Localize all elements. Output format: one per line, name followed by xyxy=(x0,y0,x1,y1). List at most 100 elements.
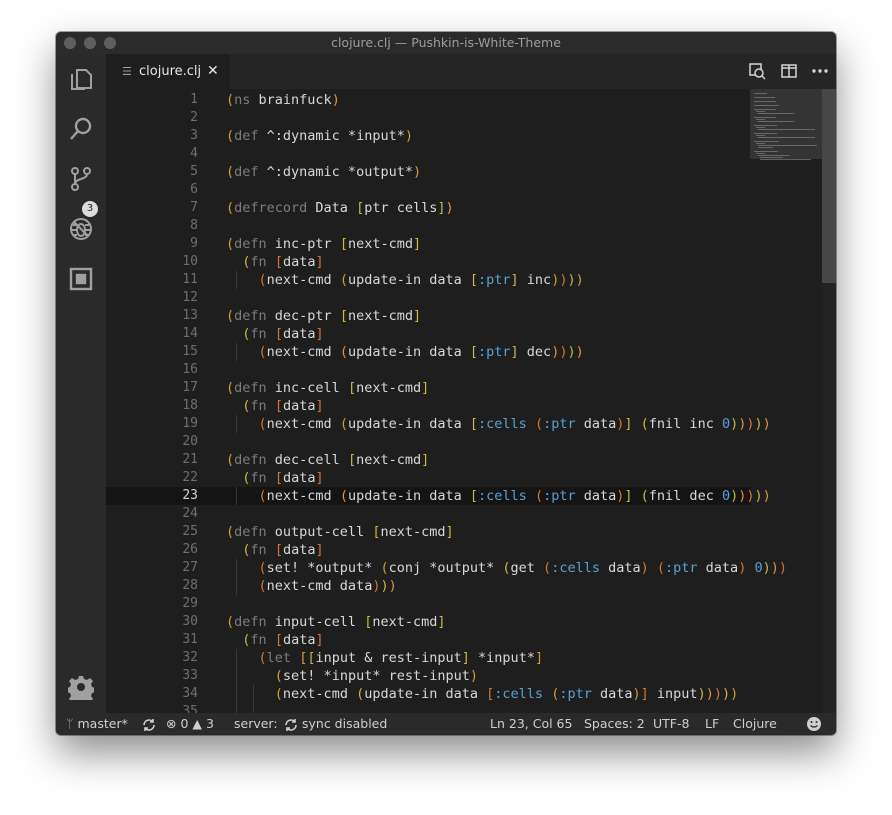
code-line[interactable]: 35 xyxy=(106,703,750,713)
line-code: (set! *output* (conj *output* (get (:cel… xyxy=(258,560,788,576)
minimap-line xyxy=(758,145,817,146)
scrollbar-thumb[interactable] xyxy=(822,89,836,283)
indentation[interactable]: Spaces: 2 xyxy=(584,713,645,735)
code-line[interactable]: 19 (next-cmd (update-in data [:cells (:p… xyxy=(106,415,770,433)
gear-icon[interactable] xyxy=(67,674,95,704)
close-window-button[interactable] xyxy=(64,37,76,49)
code-line[interactable]: 18 (fn [data] xyxy=(106,397,750,415)
indent-guide xyxy=(236,415,238,433)
code-line[interactable]: 24 xyxy=(106,505,750,523)
code-line[interactable]: 17 (defn inc-cell [next-cmd] xyxy=(106,379,750,397)
code-line[interactable]: 21 (defn dec-cell [next-cmd] xyxy=(106,451,750,469)
line-number: 17 xyxy=(182,380,198,395)
line-number: 12 xyxy=(182,290,198,305)
code-line[interactable]: 29 xyxy=(106,595,750,613)
code-line[interactable]: 25 (defn output-cell [next-cmd] xyxy=(106,523,750,541)
line-code: (next-cmd (update-in data [:cells (:ptr … xyxy=(258,416,771,432)
code-line[interactable]: 2 xyxy=(106,109,750,127)
line-number: 29 xyxy=(182,596,198,611)
code-line[interactable]: 4 xyxy=(106,145,750,163)
smiley-icon[interactable] xyxy=(806,716,822,732)
tab-label: clojure.clj xyxy=(139,64,202,79)
minimap-line xyxy=(756,119,765,120)
code-line[interactable]: 31 (fn [data] xyxy=(106,631,750,649)
line-number: 26 xyxy=(182,542,198,557)
code-line[interactable]: 30 (defn input-cell [next-cmd] xyxy=(106,613,750,631)
line-number: 28 xyxy=(182,578,198,593)
sync-status[interactable]: sync disabled xyxy=(302,713,387,735)
vertical-scrollbar[interactable] xyxy=(822,89,836,713)
indent-guide xyxy=(236,649,238,713)
code-line[interactable]: 14 (fn [data] xyxy=(106,325,750,343)
search-icon[interactable] xyxy=(68,116,94,142)
problems-indicator[interactable]: ⊗ 0 ▲ 3 xyxy=(166,713,214,735)
code-line[interactable]: 32 (let [[input & rest-input] *input*] xyxy=(106,649,750,667)
language-mode[interactable]: Clojure xyxy=(733,713,777,735)
open-changes-icon[interactable] xyxy=(748,62,766,80)
code-line[interactable]: 6 xyxy=(106,181,750,199)
code-line[interactable]: 20 xyxy=(106,433,750,451)
line-number: 6 xyxy=(190,182,198,197)
cursor-position[interactable]: Ln 23, Col 65 xyxy=(490,713,572,735)
tab-clojure-clj[interactable]: ☰ clojure.clj ✕ xyxy=(106,54,230,89)
code-line[interactable]: 1 (ns brainfuck) xyxy=(106,91,750,109)
line-ending[interactable]: LF xyxy=(705,713,719,735)
code-line[interactable]: 23 (next-cmd (update-in data [:cells (:p… xyxy=(106,487,771,505)
close-icon[interactable]: ✕ xyxy=(207,54,219,89)
extensions-icon[interactable] xyxy=(68,266,94,292)
code-line[interactable]: 33 (set! *input* rest-input) xyxy=(106,667,750,685)
encoding[interactable]: UTF-8 xyxy=(653,713,689,735)
line-number: 7 xyxy=(190,200,198,215)
minimap-line xyxy=(756,111,765,112)
line-code: (defn output-cell [next-cmd] xyxy=(226,524,454,540)
minimap-line xyxy=(758,129,815,130)
line-code: (ns brainfuck) xyxy=(226,92,340,108)
minimap-line xyxy=(758,147,773,148)
line-number: 14 xyxy=(182,326,198,341)
minimap[interactable] xyxy=(750,89,824,289)
minimap-line xyxy=(756,143,765,144)
branch-indicator[interactable]: ᛘ master* xyxy=(66,713,128,735)
code-line[interactable]: 5 (def ^:dynamic *output*) xyxy=(106,163,750,181)
source-control-icon[interactable] xyxy=(68,166,94,192)
code-line[interactable]: 9 (defn inc-ptr [next-cmd] xyxy=(106,235,750,253)
line-number: 8 xyxy=(190,218,198,233)
status-bar: ᛘ master* ⊗ 0 ▲ 3 server: sync disabled … xyxy=(56,713,836,735)
minimap-line xyxy=(758,137,815,138)
code-editor[interactable]: 1 (ns brainfuck) 2 3 (def ^:dynamic *input*)… xyxy=(106,89,836,713)
zoom-window-button[interactable] xyxy=(104,37,116,49)
line-number: 35 xyxy=(182,704,198,713)
indent-guide xyxy=(236,343,238,361)
debug-icon[interactable] xyxy=(68,216,94,242)
sync-icon[interactable] xyxy=(142,717,156,731)
code-line[interactable]: 28 (next-cmd data))) xyxy=(106,577,750,595)
line-number: 31 xyxy=(182,632,198,647)
line-code: (next-cmd (update-in data [:ptr] dec)))) xyxy=(258,344,584,360)
minimap-line xyxy=(754,97,775,98)
line-code: (defn input-cell [next-cmd] xyxy=(226,614,446,630)
code-line[interactable]: 13 (defn dec-ptr [next-cmd] xyxy=(106,307,750,325)
code-line[interactable]: 12 xyxy=(106,289,750,307)
code-line[interactable]: 11 (next-cmd (update-in data [:ptr] inc)… xyxy=(106,271,750,289)
more-actions-icon[interactable] xyxy=(811,62,829,80)
split-editor-icon[interactable] xyxy=(780,62,798,80)
minimap-slider[interactable] xyxy=(750,89,824,159)
code-line[interactable]: 22 (fn [data] xyxy=(106,469,750,487)
minimap-line xyxy=(760,157,783,158)
code-line[interactable]: 34 (next-cmd (update-in data [:cells (:p… xyxy=(106,685,750,703)
code-line[interactable]: 27 (set! *output* (conj *output* (get (:… xyxy=(106,559,787,577)
code-line[interactable]: 8 xyxy=(106,217,750,235)
code-line[interactable]: 26 (fn [data] xyxy=(106,541,750,559)
code-line[interactable]: 15 (next-cmd (update-in data [:ptr] dec)… xyxy=(106,343,750,361)
code-line[interactable]: 10 (fn [data] xyxy=(106,253,750,271)
line-number: 2 xyxy=(190,110,198,125)
code-line[interactable]: 3 (def ^:dynamic *input*) xyxy=(106,127,750,145)
indent-guide xyxy=(236,271,238,289)
minimap-line xyxy=(754,105,779,106)
code-line[interactable]: 7 (defrecord Data [ptr cells]) xyxy=(106,199,750,217)
files-icon[interactable] xyxy=(68,66,94,92)
minimize-window-button[interactable] xyxy=(84,37,96,49)
code-line[interactable]: 16 xyxy=(106,361,750,379)
minimap-line xyxy=(758,155,790,156)
window-title: clojure.clj — Pushkin-is-White-Theme xyxy=(331,35,561,50)
